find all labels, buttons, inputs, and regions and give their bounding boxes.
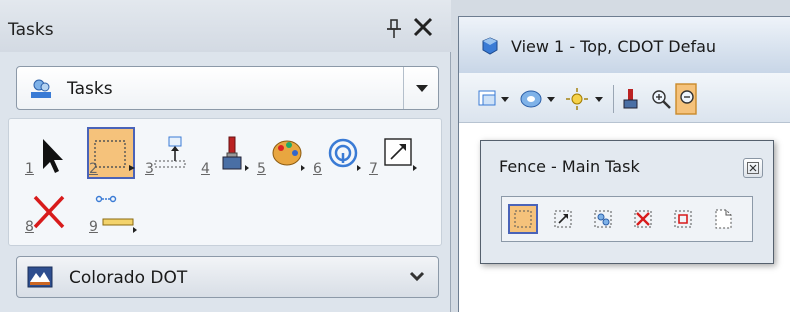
measure-icon: [95, 195, 137, 233]
view-attributes-icon[interactable]: [477, 87, 513, 111]
dropdown-separator: [403, 67, 404, 109]
tool-delete[interactable]: 8: [25, 189, 73, 237]
tool-element-attributes[interactable]: 5: [257, 131, 305, 179]
fence-dialog-title: Fence - Main Task: [499, 157, 640, 176]
task-tools-area: 1 2 3 4 5 6 7 8 9: [8, 118, 442, 246]
tool-level-display[interactable]: 4: [201, 131, 249, 179]
chevron-down-icon[interactable]: [415, 84, 429, 93]
colorado-dot-icon: [27, 266, 53, 288]
view-title: View 1 - Top, CDOT Defau: [511, 37, 717, 56]
view-icon: [482, 37, 498, 55]
lighting-icon[interactable]: [565, 87, 607, 111]
zoom-in-icon[interactable]: [649, 87, 673, 111]
close-icon[interactable]: [410, 14, 436, 40]
workflow-label: Colorado DOT: [69, 268, 188, 288]
toolbar-separator: [613, 85, 614, 113]
fence-close-button[interactable]: [743, 158, 763, 178]
tool-select-element[interactable]: 1: [25, 131, 73, 179]
brush-icon[interactable]: [619, 87, 643, 111]
arrow-icon: [43, 139, 63, 173]
tool-search[interactable]: 6: [313, 131, 361, 179]
brush-icon: [222, 136, 249, 171]
display-style-icon[interactable]: [519, 87, 559, 111]
tool-modify-fence[interactable]: 3: [145, 131, 193, 179]
task-selector-label: Tasks: [67, 79, 113, 99]
tasks-panel-header: Tasks: [0, 0, 451, 52]
fence-file-icon: [715, 209, 732, 229]
modify-fence-icon: [554, 210, 572, 228]
fence-tool-stretch[interactable]: [670, 206, 696, 232]
fence-tools: [501, 196, 753, 242]
fence-tool-modify[interactable]: [550, 206, 576, 232]
fence-tool-manipulate[interactable]: [590, 206, 616, 232]
tasks-panel-title: Tasks: [8, 20, 54, 40]
delete-icon: [33, 195, 65, 229]
fence-tool-file[interactable]: [710, 206, 736, 232]
close-icon: [747, 162, 759, 174]
pin-icon[interactable]: [384, 18, 404, 40]
chevron-down-icon[interactable]: [409, 271, 425, 283]
manipulate-fence-icon: [594, 210, 612, 228]
place-fence-icon: [514, 210, 532, 228]
tool-scale[interactable]: 7: [369, 131, 417, 179]
fence-tool-delete[interactable]: [630, 206, 656, 232]
target-icon: [328, 138, 361, 171]
fence-dialog: Fence - Main Task: [480, 140, 774, 264]
tasks-icon: [31, 79, 51, 98]
fence-stretch-icon: [674, 210, 692, 228]
modify-fence-icon: [154, 136, 186, 168]
delete-fence-icon: [634, 210, 652, 228]
palette-icon: [272, 140, 305, 171]
tasks-panel: Tasks Tasks 1 2 3 4 5 6 7 8 9 Colorado D…: [0, 0, 451, 312]
view-titlebar[interactable]: View 1 - Top, CDOT Defau: [459, 17, 790, 73]
workflow-selector[interactable]: Colorado DOT: [16, 256, 439, 298]
task-selector-dropdown[interactable]: Tasks: [16, 66, 439, 110]
fence-icon: [94, 140, 135, 171]
tool-place-fence[interactable]: 2: [87, 127, 137, 179]
view-toolbar: [459, 73, 790, 123]
scale-icon: [384, 138, 417, 171]
zoom-out-icon[interactable]: [675, 83, 697, 115]
tool-measure[interactable]: 9: [89, 189, 137, 237]
fence-tool-place[interactable]: [508, 204, 538, 234]
